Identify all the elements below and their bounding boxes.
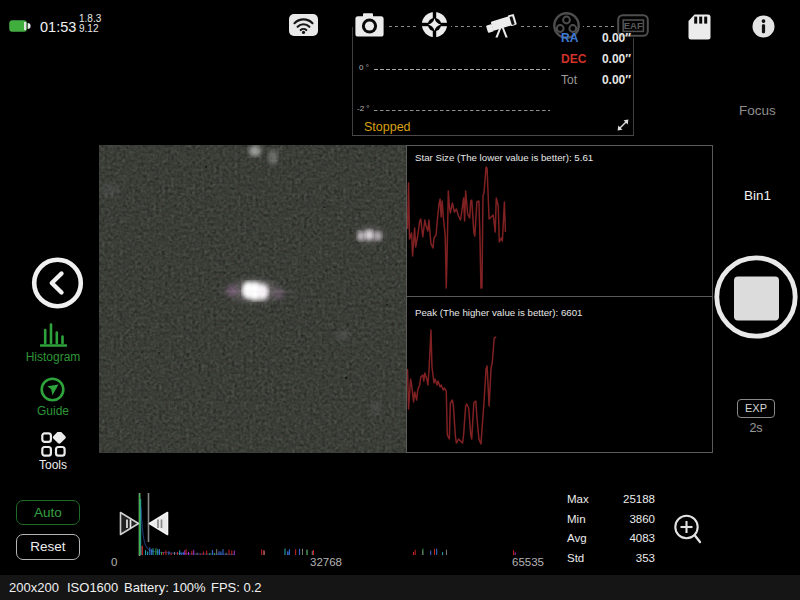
svg-text:EAF: EAF xyxy=(624,20,643,31)
